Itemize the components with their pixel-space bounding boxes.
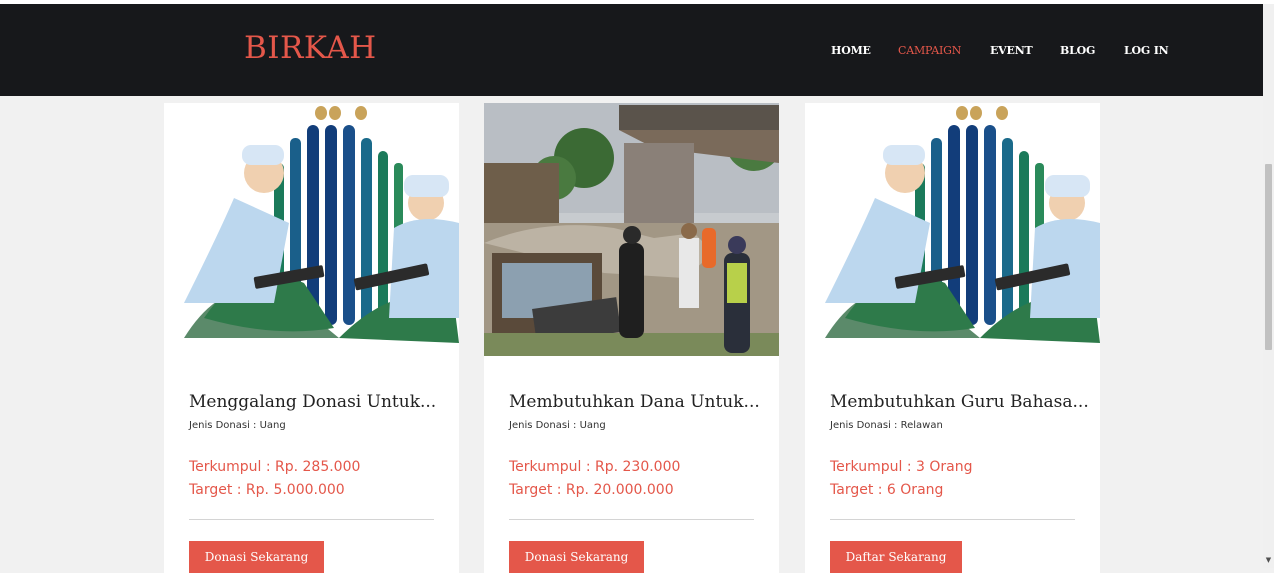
campaign-donation-type: Jenis Donasi : Relawan (830, 420, 943, 431)
campaign-card[interactable]: Menggalang Donasi Untuk... Jenis Donasi … (164, 103, 459, 573)
scrollbar-thumb[interactable] (1265, 164, 1272, 350)
nav-home[interactable]: HOME (831, 44, 871, 57)
campaign-image[interactable] (805, 103, 1100, 356)
vertical-scrollbar[interactable]: ▼ (1263, 4, 1274, 568)
navbar: BIRKAH HOME CAMPAIGN EVENT BLOG LOG IN (0, 4, 1263, 96)
campaign-title[interactable]: Membutuhkan Dana Untuk... (509, 392, 760, 412)
campaign-image[interactable] (164, 103, 459, 356)
campaign-collected: Terkumpul : Rp. 285.000 (189, 459, 361, 475)
two-men-reading-illustration (805, 103, 1100, 356)
nav-campaign[interactable]: CAMPAIGN (898, 44, 961, 57)
nav-blog[interactable]: BLOG (1060, 44, 1095, 57)
campaign-title[interactable]: Membutuhkan Guru Bahasa... (830, 392, 1089, 412)
brand-logo[interactable]: BIRKAH (244, 30, 377, 66)
card-divider (830, 519, 1075, 520)
donate-button[interactable]: Donasi Sekarang (189, 541, 324, 573)
register-button[interactable]: Daftar Sekarang (830, 541, 962, 573)
two-men-reading-illustration (164, 103, 459, 356)
donate-button[interactable]: Donasi Sekarang (509, 541, 644, 573)
disaster-site-photo (484, 103, 779, 356)
campaign-donation-type: Jenis Donasi : Uang (509, 420, 606, 431)
card-divider (509, 519, 754, 520)
campaign-target: Target : Rp. 5.000.000 (189, 482, 345, 498)
campaign-title[interactable]: Menggalang Donasi Untuk... (189, 392, 439, 412)
nav-login[interactable]: LOG IN (1124, 44, 1169, 57)
campaign-card[interactable]: Membutuhkan Guru Bahasa... Jenis Donasi … (805, 103, 1100, 573)
campaign-collected: Terkumpul : Rp. 230.000 (509, 459, 681, 475)
scroll-down-arrow-icon[interactable]: ▼ (1264, 556, 1273, 565)
card-divider (189, 519, 434, 520)
campaign-donation-type: Jenis Donasi : Uang (189, 420, 286, 431)
campaign-image[interactable] (484, 103, 779, 356)
campaign-target: Target : Rp. 20.000.000 (509, 482, 674, 498)
campaign-target: Target : 6 Orang (830, 482, 944, 498)
nav-event[interactable]: EVENT (990, 44, 1033, 57)
campaign-card[interactable]: Membutuhkan Dana Untuk... Jenis Donasi :… (484, 103, 779, 573)
campaign-collected: Terkumpul : 3 Orang (830, 459, 973, 475)
